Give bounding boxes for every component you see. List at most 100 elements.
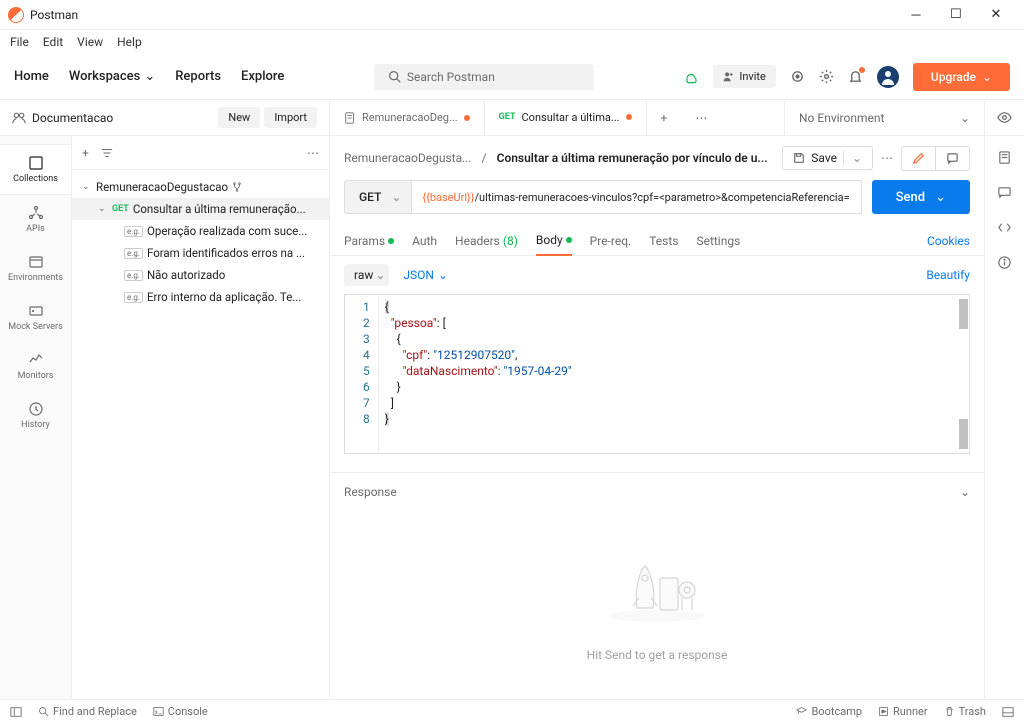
chevron-down-icon[interactable]: ⌄ (960, 485, 970, 499)
avatar[interactable] (877, 66, 899, 88)
comments-icon[interactable] (997, 185, 1012, 200)
sidebar-toggle[interactable] (10, 706, 22, 718)
nav-home[interactable]: Home (14, 69, 49, 84)
code-icon[interactable] (997, 220, 1012, 235)
rail-apis[interactable]: APIs (0, 195, 71, 244)
add-button[interactable]: + (82, 146, 89, 160)
modified-dot (464, 115, 470, 121)
send-button[interactable]: Send⌄ (872, 180, 970, 214)
import-button[interactable]: Import (264, 107, 317, 128)
tab-consultar[interactable]: GET Consultar a última... (485, 100, 647, 135)
monitors-icon (28, 352, 44, 368)
settings-icon[interactable] (819, 69, 834, 84)
save-button[interactable]: Save ⌄ (782, 146, 873, 170)
close-button[interactable]: ✕ (976, 7, 1016, 22)
capture-icon[interactable] (790, 69, 805, 84)
invite-label: Invite (739, 70, 766, 83)
scrollbar-thumb[interactable] (959, 419, 968, 449)
tab-tests[interactable]: Tests (649, 227, 678, 255)
tree-example[interactable]: e.g.Operação realizada com suce... (72, 220, 329, 242)
workspace-title[interactable]: Documentacao (12, 111, 214, 125)
example-badge: e.g. (124, 270, 143, 281)
breadcrumb-parent[interactable]: RemuneracaoDegusta... (344, 151, 472, 165)
chevron-down-icon: ⌄ (935, 190, 946, 205)
filter-button[interactable] (101, 147, 113, 159)
environment-selector[interactable]: No Environment ⌄ (784, 100, 984, 135)
maximize-button[interactable]: ☐ (936, 7, 976, 22)
search-input[interactable]: Search Postman (374, 64, 594, 90)
tree-example[interactable]: e.g.Foram identificados erros na ... (72, 242, 329, 264)
tab-body[interactable]: Body (536, 226, 572, 256)
response-header: Response ⌄ (330, 472, 984, 511)
invite-button[interactable]: Invite (713, 65, 776, 88)
console[interactable]: Console (153, 705, 208, 718)
body-editor[interactable]: 12345678 { "pessoa": [ { "cpf": "1251290… (344, 294, 970, 454)
tree-example[interactable]: e.g.Erro interno da aplicação. Te... (72, 286, 329, 308)
edit-view-button[interactable] (902, 147, 936, 170)
env-preview-icon[interactable] (984, 100, 1024, 135)
new-button[interactable]: New (218, 107, 260, 128)
sidebar-toolbar: + ⋯ (72, 136, 329, 170)
notifications-icon[interactable] (848, 69, 863, 84)
documentation-icon[interactable] (997, 150, 1012, 165)
rocket-illustration (602, 548, 712, 628)
active-dot (566, 237, 572, 243)
menu-help[interactable]: Help (117, 35, 142, 49)
runner[interactable]: Runner (878, 705, 928, 718)
response-title: Response (344, 485, 397, 499)
tab-headers[interactable]: Headers (8) (455, 227, 518, 255)
upgrade-button[interactable]: Upgrade⌄ (913, 63, 1010, 91)
tree-request[interactable]: ⌄ GET Consultar a última remuneração... (72, 198, 329, 220)
rail-mock[interactable]: Mock Servers (0, 293, 71, 342)
method-selector[interactable]: GET (344, 180, 412, 214)
tab-options[interactable]: ⋯ (681, 111, 721, 125)
more-button[interactable]: ⋯ (307, 146, 319, 160)
sync-icon[interactable] (683, 70, 699, 84)
panel-toggle[interactable] (1002, 706, 1014, 718)
code-content[interactable]: { "pessoa": [ { "cpf": "12512907520", "d… (379, 295, 969, 453)
method-badge: GET (112, 204, 129, 214)
trash[interactable]: Trash (944, 705, 986, 718)
tab-params[interactable]: Params (344, 227, 394, 255)
cookies-link[interactable]: Cookies (927, 234, 970, 248)
nav-workspaces[interactable]: Workspaces⌄ (69, 69, 155, 84)
nav-reports[interactable]: Reports (175, 69, 221, 84)
breadcrumb: RemuneracaoDegusta... / Consultar a últi… (330, 136, 984, 180)
fork-icon (232, 182, 242, 192)
menu-file[interactable]: File (10, 35, 29, 49)
workspace-row: Documentacao New Import RemuneracaoDeg..… (0, 100, 1024, 136)
tree-example[interactable]: e.g.Não autorizado (72, 264, 329, 286)
body-lang-selector[interactable]: JSON⌄ (403, 268, 448, 282)
chevron-down-icon: ⌄ (98, 204, 108, 214)
comment-view-button[interactable] (936, 147, 969, 170)
url-input[interactable]: {{baseUrl}}/ultimas-remuneracoes-vinculo… (412, 180, 861, 214)
sidebar: + ⋯ ⌄ RemuneracaoDegustacao ⌄ GET Consul… (72, 136, 330, 699)
tab-remuneracao[interactable]: RemuneracaoDeg... (330, 100, 485, 135)
tab-auth[interactable]: Auth (412, 227, 437, 255)
tab-settings[interactable]: Settings (696, 227, 740, 255)
line-gutter: 12345678 (345, 295, 379, 453)
breadcrumb-current: Consultar a última remuneração por víncu… (497, 151, 768, 165)
rail-environments[interactable]: Environments (0, 244, 71, 293)
menu-view[interactable]: View (77, 35, 103, 49)
menu-edit[interactable]: Edit (43, 35, 63, 49)
nav-explore[interactable]: Explore (241, 69, 284, 84)
tree-collection[interactable]: ⌄ RemuneracaoDegustacao (72, 176, 329, 198)
new-tab-button[interactable]: + (647, 111, 682, 125)
example-badge: e.g. (124, 292, 143, 303)
rail-collections[interactable]: Collections (0, 144, 71, 195)
document-icon (344, 112, 356, 124)
body-type-selector[interactable]: raw (344, 264, 389, 286)
minimize-button[interactable]: ─ (896, 7, 936, 23)
find-replace[interactable]: Find and Replace (38, 705, 137, 718)
info-icon[interactable] (997, 255, 1012, 270)
beautify-button[interactable]: Beautify (926, 268, 970, 282)
tab-prereq[interactable]: Pre-req. (590, 227, 632, 255)
rail-history[interactable]: History (0, 391, 71, 440)
bootcamp[interactable]: Bootcamp (796, 705, 862, 718)
tab-label: RemuneracaoDeg... (362, 111, 458, 124)
chevron-down-icon: ⌄ (960, 111, 970, 125)
more-options[interactable]: ⋯ (881, 151, 893, 165)
rail-monitors[interactable]: Monitors (0, 342, 71, 391)
scrollbar-thumb[interactable] (959, 299, 968, 329)
